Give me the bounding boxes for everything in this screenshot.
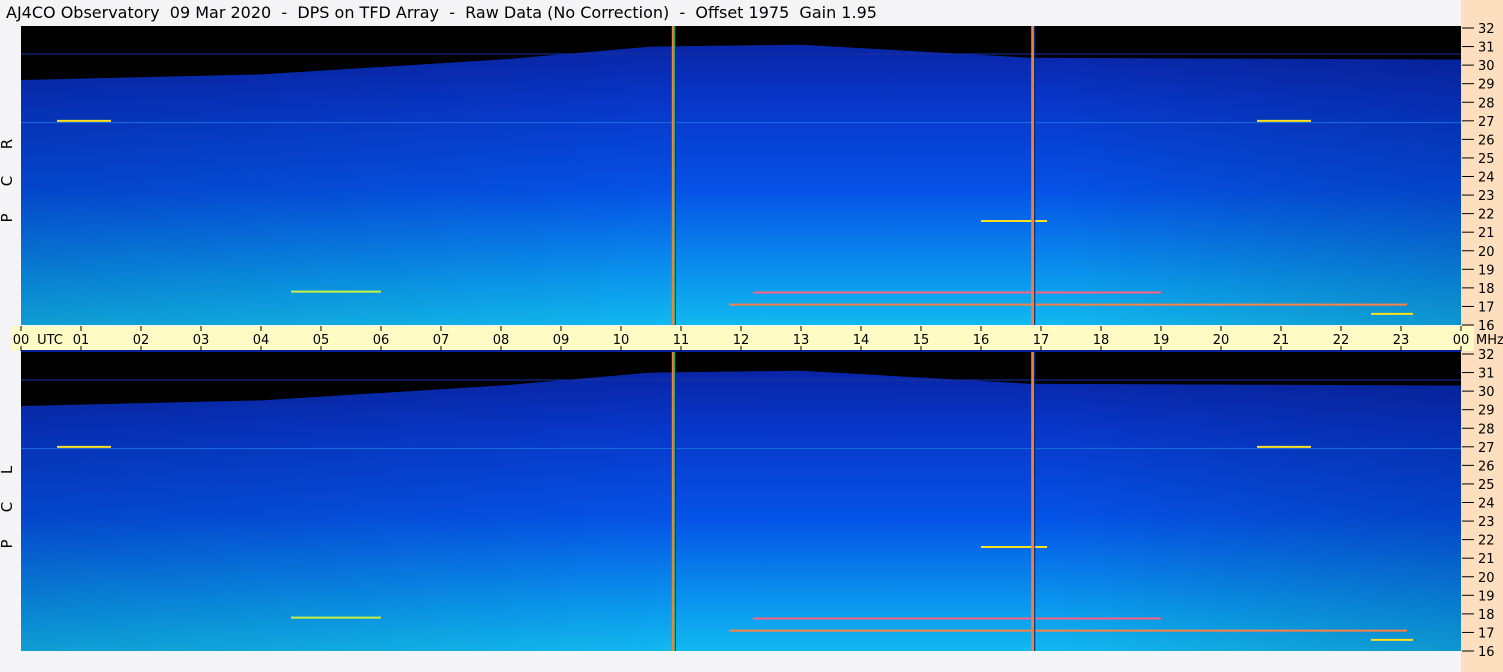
panel-label-letter: P bbox=[0, 539, 16, 548]
x-tick-label: 19 bbox=[1153, 333, 1170, 348]
y-tick-label: 29 bbox=[1478, 404, 1495, 419]
y-tick-label: 18 bbox=[1478, 282, 1495, 297]
y-tick-label: 23 bbox=[1478, 515, 1495, 530]
interference-line bbox=[671, 352, 674, 651]
interference-line bbox=[1034, 26, 1036, 325]
x-tick-label: 02 bbox=[133, 333, 150, 348]
y-tick-label: 31 bbox=[1478, 367, 1495, 382]
y-tick-label: 24 bbox=[1478, 497, 1495, 512]
y-tick-label: 16 bbox=[1478, 645, 1495, 660]
y-tick-label: 22 bbox=[1478, 534, 1495, 549]
panel-label-letter: P bbox=[0, 213, 16, 222]
y-tick-label: 28 bbox=[1478, 96, 1495, 111]
y-tick-label: 19 bbox=[1478, 263, 1495, 278]
spectrogram-chart: 16 17 18 19 20 21 22 23 24 25 26 27 28 29 30 31 32 R C P 16 1… bbox=[0, 22, 1503, 660]
y-tick-label: 30 bbox=[1478, 59, 1495, 74]
y-tick-label: 32 bbox=[1478, 22, 1495, 37]
x-tick-label: 06 bbox=[373, 333, 390, 348]
y-tick-label: 30 bbox=[1478, 385, 1495, 400]
y-tick-label: 16 bbox=[1478, 319, 1495, 334]
panel-label-letter: L bbox=[0, 465, 16, 474]
x-tick-label: 17 bbox=[1033, 333, 1050, 348]
y-tick-label: 20 bbox=[1478, 245, 1495, 260]
interference-line bbox=[1031, 352, 1034, 651]
interference-line bbox=[1033, 352, 1035, 651]
y-tick-label: 23 bbox=[1478, 189, 1495, 204]
interference-line bbox=[674, 352, 676, 651]
x-tick-label: 05 bbox=[313, 333, 330, 348]
y-tick-label: 21 bbox=[1478, 226, 1495, 241]
y-tick-label: 18 bbox=[1478, 608, 1495, 623]
x-tick-label: 20 bbox=[1213, 333, 1230, 348]
y-unit-label: MHz bbox=[1476, 333, 1503, 348]
y-tick-label: 28 bbox=[1478, 422, 1495, 437]
panel-label-letter: C bbox=[0, 502, 16, 512]
x-tick-label: 15 bbox=[913, 333, 930, 348]
interference-line bbox=[673, 352, 675, 651]
interference-line bbox=[1034, 352, 1036, 651]
y-tick-label: 29 bbox=[1478, 78, 1495, 93]
x-unit-label: UTC bbox=[37, 333, 63, 348]
x-tick-label: 04 bbox=[253, 333, 270, 348]
interference-line bbox=[671, 26, 674, 325]
y-tick-label: 27 bbox=[1478, 115, 1495, 130]
interference-line bbox=[1031, 26, 1034, 325]
x-tick-label: 16 bbox=[973, 333, 990, 348]
y-tick-label: 17 bbox=[1478, 626, 1495, 641]
x-tick-label: 07 bbox=[433, 333, 450, 348]
y-tick-label: 20 bbox=[1478, 571, 1495, 586]
y-tick-label: 17 bbox=[1478, 300, 1495, 315]
interference-line bbox=[674, 26, 676, 325]
x-tick-label: 13 bbox=[793, 333, 810, 348]
y-tick-label: 26 bbox=[1478, 459, 1495, 474]
y-tick-label: 21 bbox=[1478, 552, 1495, 567]
x-tick-label: 23 bbox=[1393, 333, 1410, 348]
panel-label-letter: R bbox=[0, 139, 16, 149]
x-tick-label: 10 bbox=[613, 333, 630, 348]
y-tick-label: 27 bbox=[1478, 441, 1495, 456]
x-tick-label: 14 bbox=[853, 333, 870, 348]
y-tick-label: 22 bbox=[1478, 208, 1495, 223]
x-tick-label: 12 bbox=[733, 333, 750, 348]
x-tick-label: 22 bbox=[1333, 333, 1350, 348]
y-tick-label: 32 bbox=[1478, 348, 1495, 363]
x-tick-label: 00 bbox=[13, 333, 30, 348]
interference-line bbox=[1033, 26, 1035, 325]
y-tick-label: 26 bbox=[1478, 133, 1495, 148]
interference-line bbox=[673, 26, 675, 325]
y-tick-label: 19 bbox=[1478, 589, 1495, 604]
x-tick-label: 09 bbox=[553, 333, 570, 348]
panel-label-letter: C bbox=[0, 176, 16, 186]
x-tick-label: 11 bbox=[673, 333, 690, 348]
x-tick-label: 00 bbox=[1453, 333, 1470, 348]
y-tick-label: 24 bbox=[1478, 171, 1495, 186]
y-tick-label: 25 bbox=[1478, 152, 1495, 167]
y-tick-label: 25 bbox=[1478, 478, 1495, 493]
y-tick-label: 31 bbox=[1478, 41, 1495, 56]
x-tick-label: 08 bbox=[493, 333, 510, 348]
x-tick-label: 18 bbox=[1093, 333, 1110, 348]
x-tick-label: 01 bbox=[73, 333, 90, 348]
x-tick-label: 03 bbox=[193, 333, 210, 348]
x-tick-label: 21 bbox=[1273, 333, 1290, 348]
